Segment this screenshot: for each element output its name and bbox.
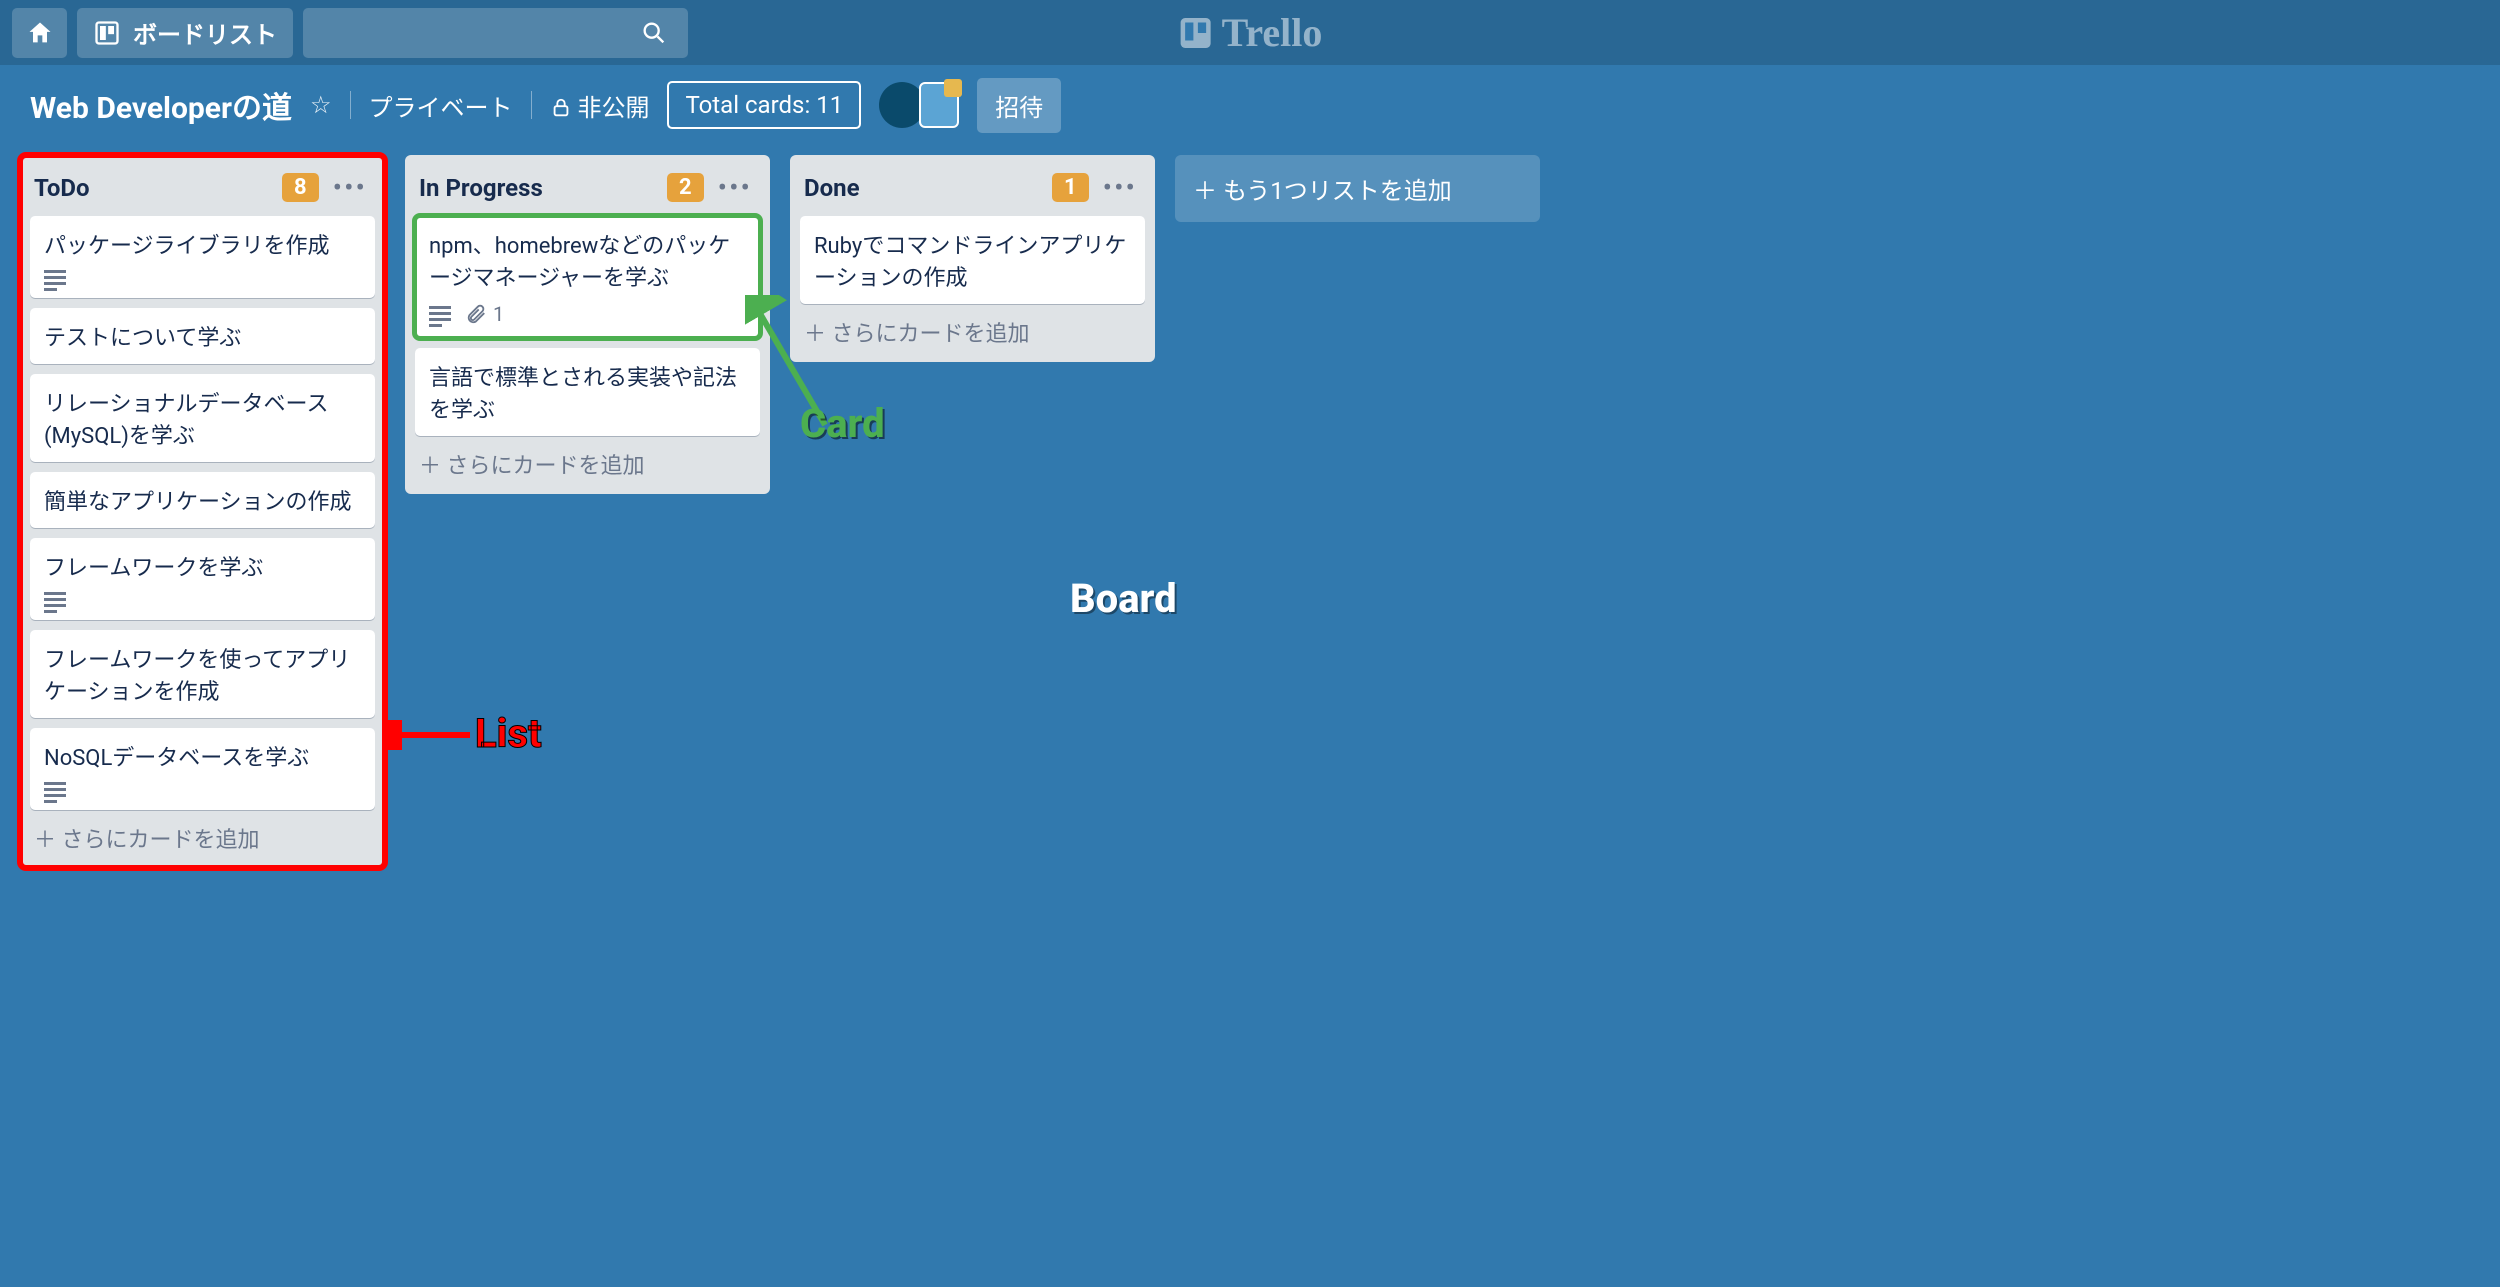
annotation-board: Board [1070, 575, 1177, 622]
cards-container: Rubyでコマンドラインアプリケーションの作成 [790, 216, 1155, 304]
card-badges [44, 270, 361, 286]
card[interactable]: パッケージライブラリを作成 [30, 216, 375, 298]
list-done[interactable]: Done 1 ••• Rubyでコマンドラインアプリケーションの作成 ＋ さらに… [790, 155, 1155, 362]
boards-label: ボードリスト [133, 15, 277, 50]
list-title[interactable]: Done [804, 174, 1042, 202]
lock-icon [550, 97, 572, 119]
board-canvas: ToDo 8 ••• パッケージライブラリを作成 テストについて学ぶ リレーショ… [0, 145, 2500, 1287]
add-card-button[interactable]: ＋ さらにカードを追加 [20, 810, 385, 858]
trello-logo-icon [1178, 15, 1214, 51]
add-list-button[interactable]: ＋ もう1つリストを追加 [1175, 155, 1540, 222]
card[interactable]: リレーショナルデータベース(MySQL)を学ぶ [30, 374, 375, 462]
separator [350, 91, 351, 119]
list-header: ToDo 8 ••• [20, 165, 385, 216]
card-title: NoSQLデータベースを学ぶ [44, 740, 361, 772]
separator [531, 91, 532, 119]
invite-button[interactable]: 招待 [977, 78, 1061, 133]
card-title: リレーショナルデータベース(MySQL)を学ぶ [44, 386, 361, 450]
boards-icon [93, 19, 121, 47]
total-cards-badge[interactable]: Total cards: 11 [667, 81, 861, 129]
annotation-list: List [475, 710, 542, 757]
description-icon [429, 306, 451, 322]
card-title: 言語で標準とされる実装や記法を学ぶ [429, 360, 746, 424]
card-badges [44, 592, 361, 608]
list-card-count: 1 [1052, 173, 1089, 202]
annotation-list-arrow [385, 720, 475, 750]
card-title: テストについて学ぶ [44, 320, 361, 352]
add-card-button[interactable]: ＋ さらにカードを追加 [790, 304, 1155, 352]
attachment-icon [465, 303, 487, 325]
list-todo[interactable]: ToDo 8 ••• パッケージライブラリを作成 テストについて学ぶ リレーショ… [20, 155, 385, 868]
card[interactable]: 簡単なアプリケーションの作成 [30, 472, 375, 528]
description-icon [44, 592, 66, 608]
trello-logo-text: Trello [1222, 9, 1323, 56]
list-in-progress[interactable]: In Progress 2 ••• npm、homebrewなどのパッケージマネ… [405, 155, 770, 494]
card[interactable]: テストについて学ぶ [30, 308, 375, 364]
avatar[interactable] [919, 82, 959, 128]
board-title[interactable]: Web Developerの道 [30, 83, 292, 127]
list-menu-button[interactable]: ••• [714, 171, 756, 204]
list-title[interactable]: In Progress [419, 174, 657, 202]
card-badges [44, 782, 361, 798]
card-title: フレームワークを学ぶ [44, 550, 361, 582]
card-title: Rubyでコマンドラインアプリケーションの作成 [814, 228, 1131, 292]
cards-container: npm、homebrewなどのパッケージマネージャーを学ぶ 1 言語で標準とされ… [405, 216, 770, 436]
card[interactable]: フレームワークを使ってアプリケーションを作成 [30, 630, 375, 718]
star-button[interactable]: ☆ [310, 91, 332, 119]
list-menu-button[interactable]: ••• [1099, 171, 1141, 204]
list-title[interactable]: ToDo [34, 174, 272, 202]
list-card-count: 2 [667, 173, 704, 202]
card[interactable]: NoSQLデータベースを学ぶ [30, 728, 375, 810]
list-header: In Progress 2 ••• [405, 165, 770, 216]
description-icon [44, 782, 66, 798]
home-button[interactable] [12, 8, 67, 58]
trello-logo[interactable]: Trello [1178, 9, 1323, 56]
card-title: フレームワークを使ってアプリケーションを作成 [44, 642, 361, 706]
description-icon [44, 270, 66, 286]
board-header: Web Developerの道 ☆ プライベート 非公開 Total cards… [0, 65, 2500, 145]
card-badges: 1 [429, 302, 746, 326]
search-input[interactable] [303, 8, 688, 58]
board-members[interactable] [879, 82, 959, 128]
card-title: npm、homebrewなどのパッケージマネージャーを学ぶ [429, 228, 746, 292]
card[interactable]: Rubyでコマンドラインアプリケーションの作成 [800, 216, 1145, 304]
card[interactable]: 言語で標準とされる実装や記法を学ぶ [415, 348, 760, 436]
list-card-count: 8 [282, 173, 319, 202]
list-header: Done 1 ••• [790, 165, 1155, 216]
search-icon [640, 19, 668, 47]
workspace-visibility[interactable]: プライベート [369, 88, 513, 123]
board-visibility[interactable]: 非公開 [550, 88, 650, 123]
card[interactable]: フレームワークを学ぶ [30, 538, 375, 620]
attachment-badge: 1 [465, 302, 504, 326]
add-card-button[interactable]: ＋ さらにカードを追加 [405, 436, 770, 484]
cards-container: パッケージライブラリを作成 テストについて学ぶ リレーショナルデータベース(My… [20, 216, 385, 810]
topbar: ボードリスト Trello [0, 0, 2500, 65]
boards-button[interactable]: ボードリスト [77, 8, 293, 58]
card-title: パッケージライブラリを作成 [44, 228, 361, 260]
home-icon [26, 19, 54, 47]
card[interactable]: npm、homebrewなどのパッケージマネージャーを学ぶ 1 [415, 216, 760, 338]
card-title: 簡単なアプリケーションの作成 [44, 484, 361, 516]
annotation-card: Card [800, 400, 885, 447]
list-menu-button[interactable]: ••• [329, 171, 371, 204]
